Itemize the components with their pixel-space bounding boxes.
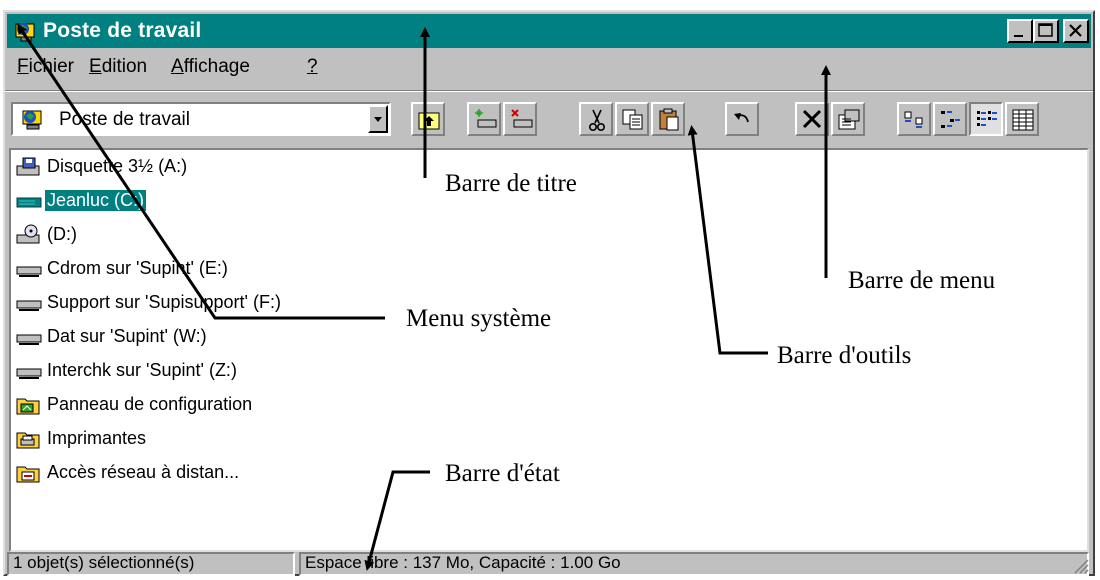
annotation-menu-bar: Barre de menu xyxy=(848,267,996,294)
annotation-toolbar: Barre d'outils xyxy=(777,342,912,369)
annotation-status-bar: Barre d'état xyxy=(445,460,560,487)
annotation-title-bar: Barre de titre xyxy=(445,170,577,197)
toolbar-arrow xyxy=(687,125,768,355)
annotation-system-menu: Menu système xyxy=(406,305,552,332)
status-bar-arrow xyxy=(364,470,430,571)
system-menu-arrow xyxy=(17,23,385,320)
